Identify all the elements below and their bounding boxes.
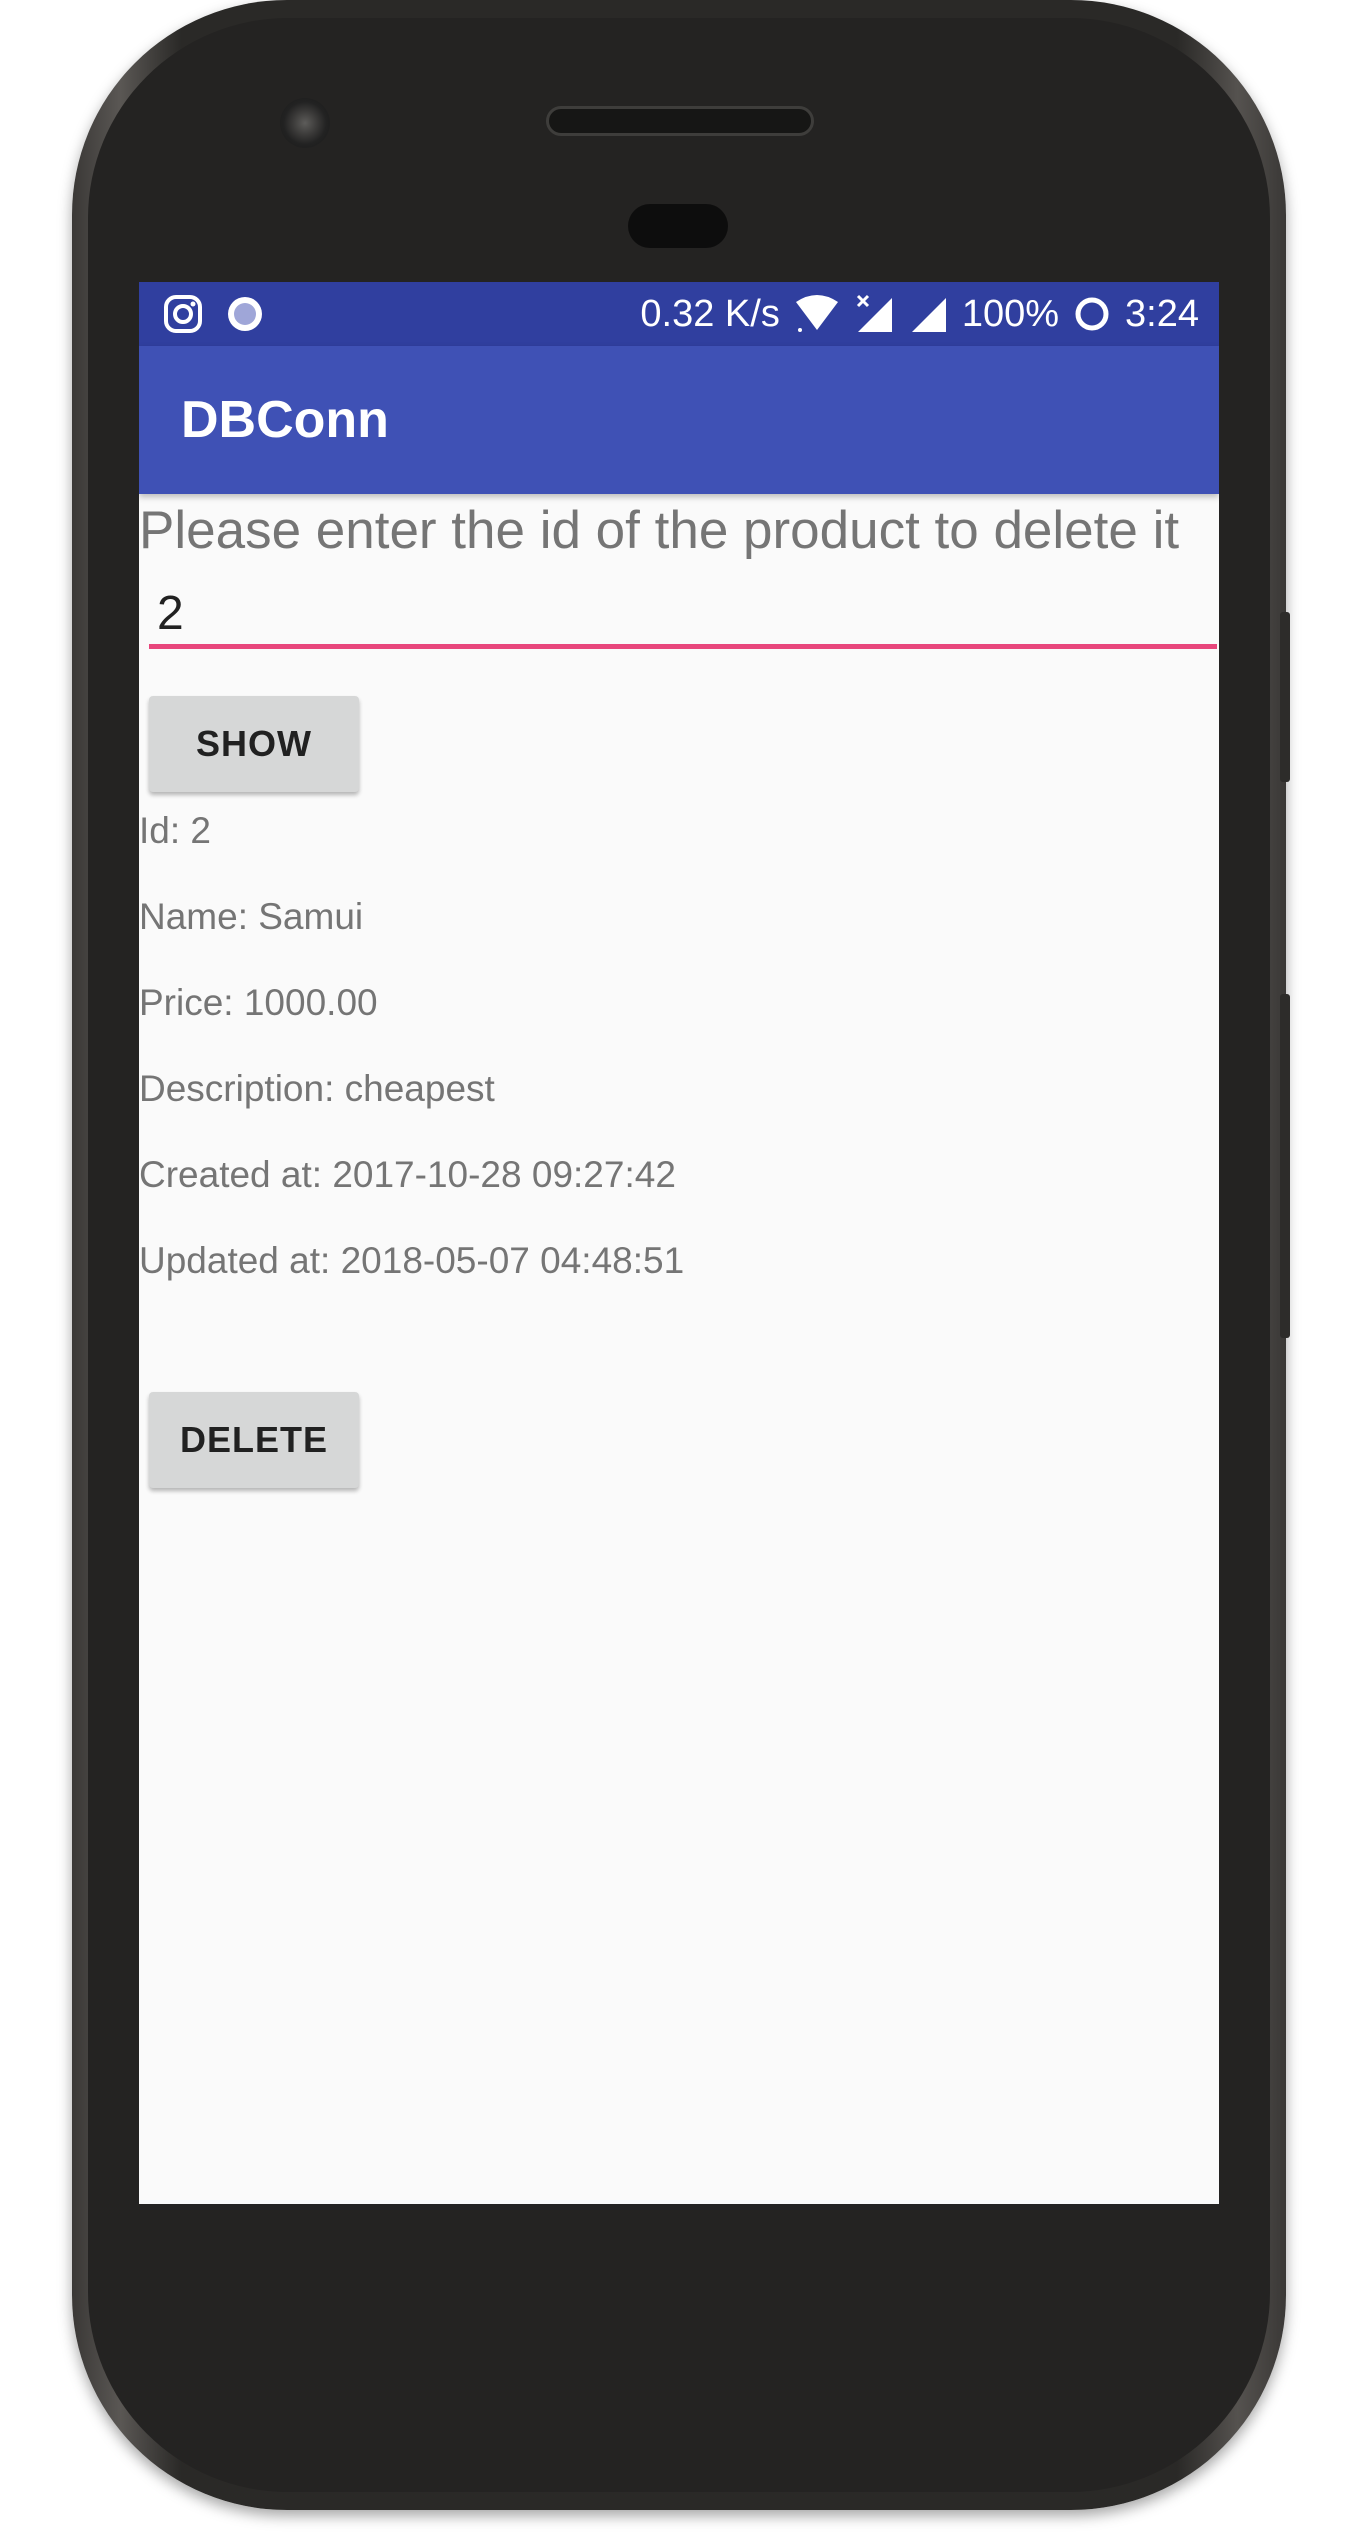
battery-percent: 100%	[961, 292, 1060, 335]
product-description-text: Description: cheapest	[139, 1068, 495, 1109]
battery-ring-icon	[1073, 295, 1111, 333]
proximity-sensor	[628, 204, 728, 248]
product-id-text: Id: 2	[139, 810, 211, 851]
app-title: DBConn	[181, 391, 389, 449]
earpiece-speaker	[546, 106, 814, 136]
show-button[interactable]: SHOW	[149, 696, 359, 792]
clock: 3:24	[1125, 292, 1199, 335]
delete-button[interactable]: DELETE	[149, 1392, 359, 1488]
product-id-input[interactable]	[149, 582, 1217, 649]
delete-prompt: Please enter the id of the product to de…	[139, 501, 1180, 560]
product-updated-text: Updated at: 2018-05-07 04:48:51	[139, 1240, 685, 1281]
device-canvas: 0.32 K/s 100% 3:24 DBConn Please enter t…	[0, 0, 1370, 2532]
no-sim-signal-icon	[854, 294, 894, 334]
product-price-text: Price: 1000.00	[139, 982, 378, 1023]
phone-screen: 0.32 K/s 100% 3:24 DBConn Please enter t…	[139, 282, 1219, 2204]
product-created-text: Created at: 2017-10-28 09:27:42	[139, 1154, 676, 1195]
circle-notification-icon	[225, 294, 265, 334]
power-button	[1280, 994, 1290, 1338]
volume-button	[1280, 612, 1290, 782]
front-camera	[280, 98, 330, 148]
product-name-text: Name: Samui	[139, 896, 364, 937]
status-bar-system: 0.32 K/s 100% 3:24	[640, 282, 1199, 346]
instagram-icon	[163, 294, 203, 334]
wifi-icon	[794, 294, 840, 334]
cell-signal-icon	[908, 294, 948, 334]
app-bar: DBConn	[139, 346, 1219, 494]
status-bar-notifications	[163, 294, 265, 334]
network-speed: 0.32 K/s	[640, 292, 780, 335]
status-bar: 0.32 K/s 100% 3:24	[139, 282, 1219, 346]
